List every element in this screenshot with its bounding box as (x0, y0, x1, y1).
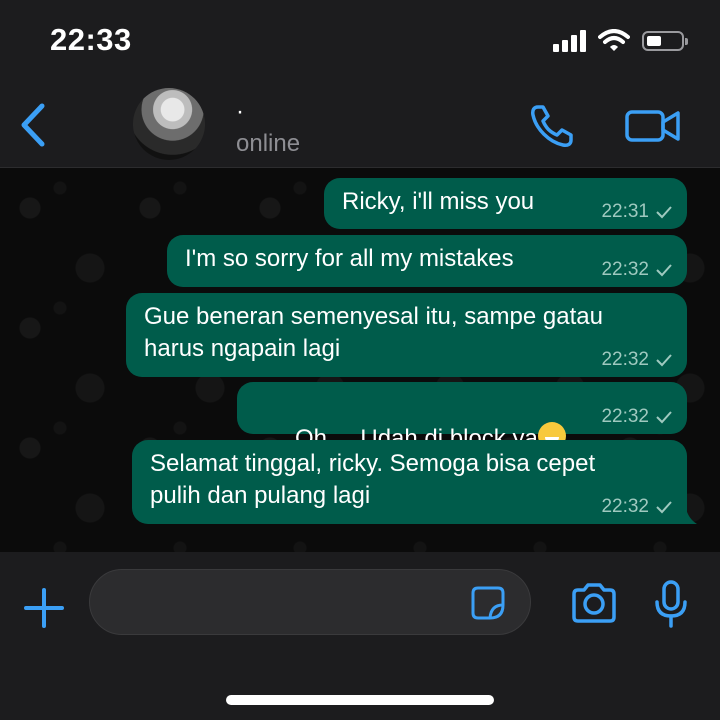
message-meta: 22:31 (601, 201, 673, 223)
video-call-icon[interactable] (624, 106, 682, 146)
message-time: 22:32 (601, 349, 649, 370)
message-bubble[interactable]: Selamat tinggal, ricky. Semoga bisa cepe… (132, 440, 697, 524)
sent-check-icon (656, 264, 672, 277)
chat-header: · online (0, 82, 720, 168)
wifi-icon (598, 29, 630, 51)
contact-avatar[interactable] (133, 88, 205, 160)
home-indicator[interactable] (226, 695, 494, 705)
message-bubble[interactable]: Gue beneran semenyesal itu, sampe gatau … (126, 293, 687, 377)
contact-name[interactable]: · (236, 100, 244, 124)
message-time: 22:31 (601, 201, 649, 222)
sent-check-icon (656, 411, 672, 424)
message-meta: 22:32 (601, 406, 673, 428)
status-icons (553, 29, 688, 53)
microphone-icon[interactable] (652, 580, 690, 628)
sticker-icon[interactable] (470, 585, 506, 621)
battery-icon (642, 31, 688, 51)
sent-check-icon (656, 206, 672, 219)
sent-check-icon (656, 354, 672, 367)
message-bubble[interactable]: Oh.... Udah di block ya 22:32 (237, 382, 687, 452)
cellular-signal-icon (553, 30, 586, 52)
bubble-tail (679, 504, 697, 524)
message-time: 22:32 (601, 496, 649, 517)
message-time: 22:32 (601, 406, 649, 427)
message-bubble[interactable]: Ricky, i'll miss you 22:31 (324, 178, 687, 229)
back-chevron-icon[interactable] (14, 100, 54, 150)
message-list[interactable]: Ricky, i'll miss you 22:31 I'm so sorry … (0, 168, 720, 552)
voice-call-icon[interactable] (528, 102, 576, 150)
plus-icon[interactable] (24, 588, 64, 628)
message-bubble[interactable]: I'm so sorry for all my mistakes 22:32 (167, 235, 687, 287)
message-meta: 22:32 (601, 496, 673, 518)
compose-bar (0, 552, 720, 720)
status-bar: 22:33 (0, 0, 720, 82)
message-time: 22:32 (601, 259, 649, 280)
message-field[interactable] (89, 569, 531, 635)
camera-icon[interactable] (570, 582, 618, 624)
status-time: 22:33 (50, 22, 132, 57)
contact-status: online (236, 130, 301, 157)
message-meta: 22:32 (601, 259, 673, 281)
message-input[interactable] (114, 584, 458, 622)
sent-check-icon (656, 501, 672, 514)
message-meta: 22:32 (601, 349, 673, 371)
